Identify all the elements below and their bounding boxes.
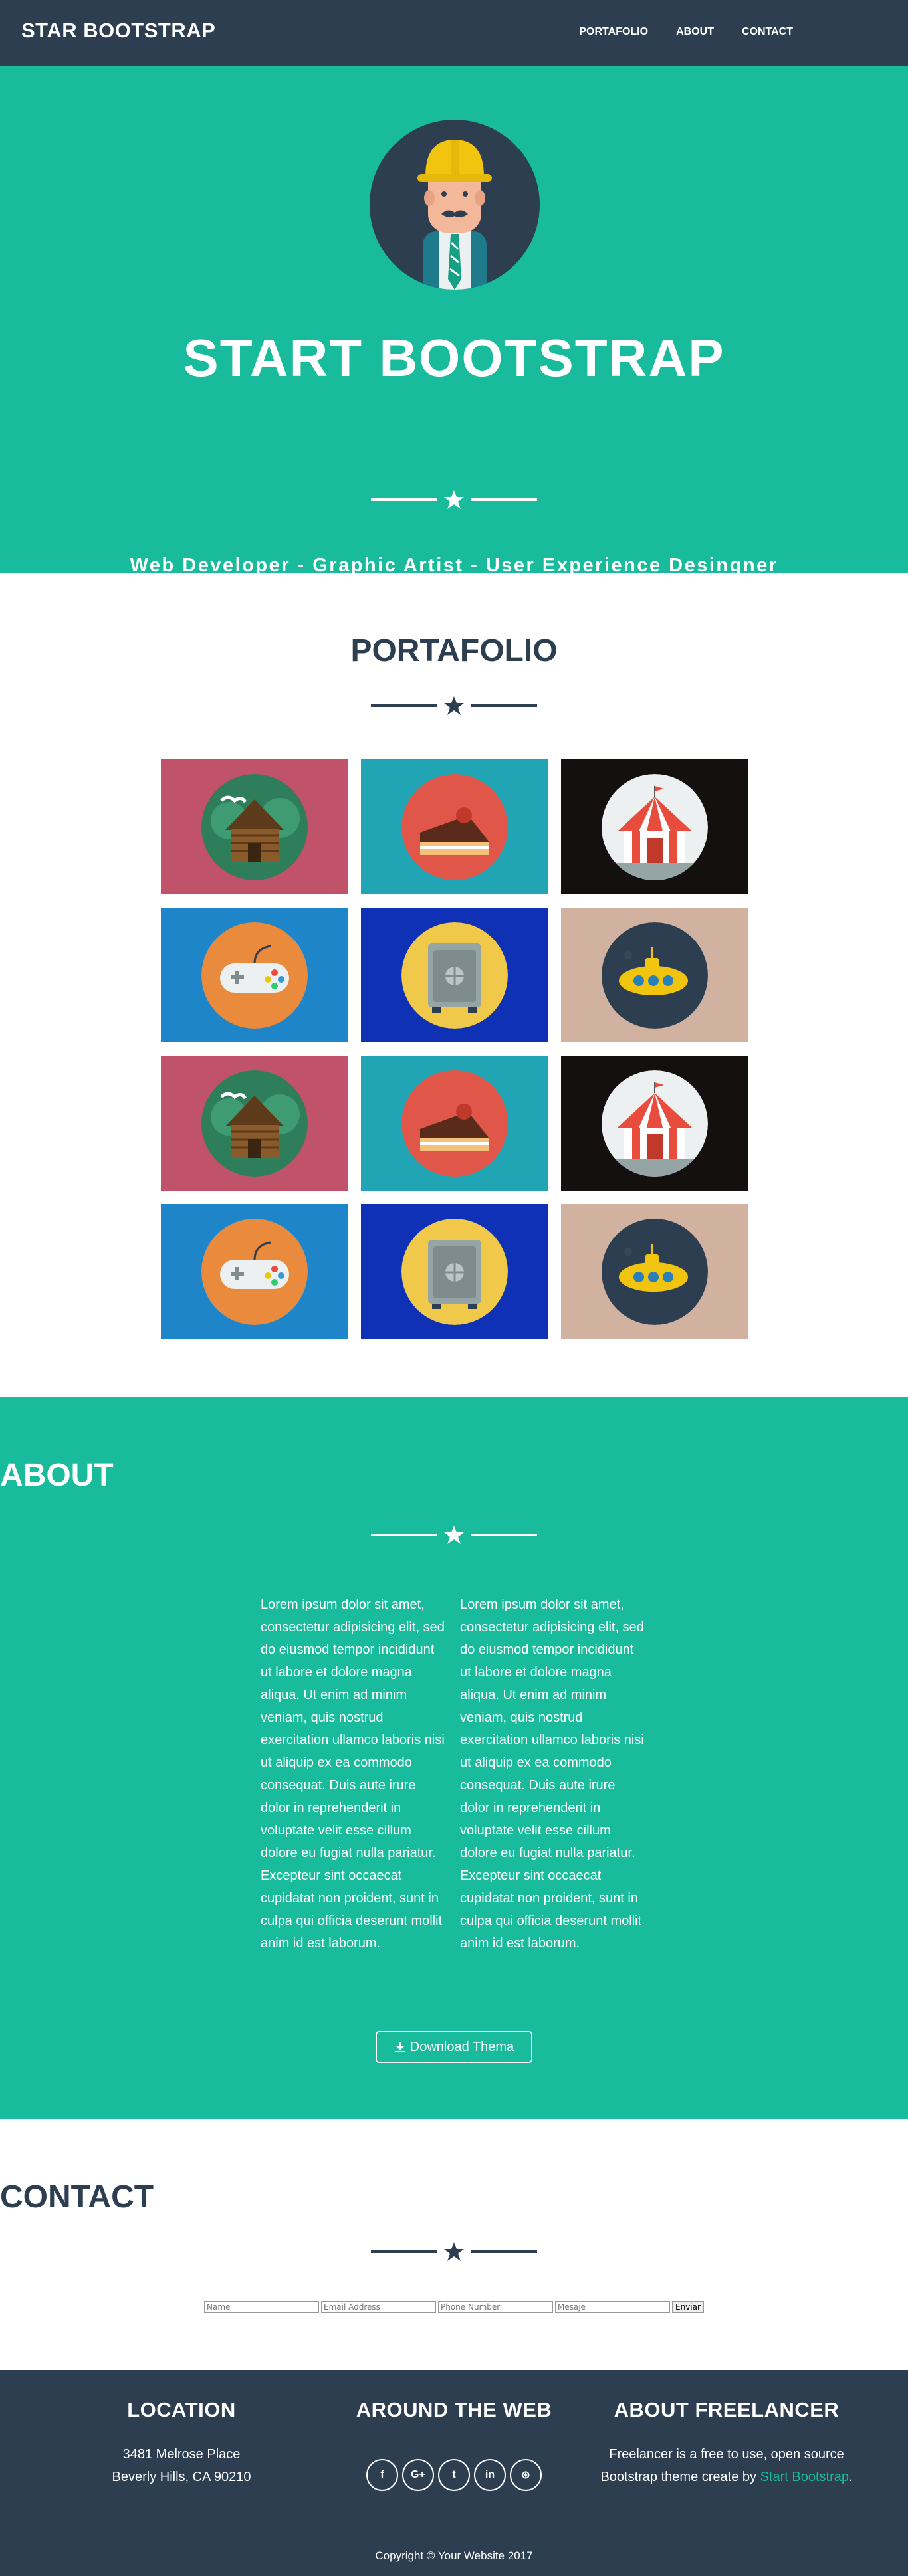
hero-section: START BOOTSTRAP Web Developer - Graphic … (0, 66, 908, 576)
freelancer-period: . (848, 2470, 853, 2484)
linkedin-icon[interactable]: in (474, 2459, 506, 2491)
brand-logo[interactable]: STAR BOOTSTRAP (21, 19, 215, 43)
download-icon (394, 2042, 405, 2052)
portfolio-item[interactable] (561, 1204, 748, 1339)
star-divider (371, 1526, 537, 1544)
address-line-2: Beverly Hills, CA 90210 (112, 2470, 251, 2484)
navbar: STAR BOOTSTRAP PORTAFOLIO ABOUT CONTACT (0, 0, 908, 66)
submit-button[interactable]: Enviar (672, 2301, 704, 2313)
safe-icon (401, 1218, 508, 1325)
star-divider (371, 2242, 537, 2261)
footer-location: LOCATION 3481 Melrose Place Beverly Hill… (55, 2398, 308, 2488)
footer-address: 3481 Melrose Place Beverly Hills, CA 902… (55, 2443, 308, 2488)
cabin-icon (201, 773, 308, 880)
copyright: Copyright © Your Website 2017 (375, 2549, 533, 2562)
nav-links: PORTAFOLIO ABOUT CONTACT (579, 26, 793, 38)
email-input[interactable] (321, 2301, 436, 2313)
name-input[interactable] (204, 2301, 319, 2313)
game-controller-icon (201, 1218, 308, 1325)
footer-web-title: AROUND THE WEB (356, 2398, 552, 2421)
portfolio-item[interactable] (361, 908, 548, 1042)
about-text-right: Lorem ipsum dolor sit amet, consectetur … (460, 1597, 644, 1951)
worker-avatar-icon (417, 140, 492, 290)
contact-section: CONTACT Enviar (0, 2119, 908, 2370)
circus-tent-icon (601, 773, 708, 880)
portfolio-grid (161, 759, 748, 1339)
portfolio-item[interactable] (361, 1204, 548, 1339)
nav-link-contact[interactable]: CONTACT (742, 26, 793, 38)
submarine-icon (601, 1218, 708, 1325)
twitter-icon[interactable]: t (438, 2459, 470, 2491)
game-controller-icon (201, 922, 308, 1029)
footer-freelancer-title: ABOUT FREELANCER (614, 2398, 840, 2421)
portfolio-item[interactable] (561, 908, 748, 1042)
phone-input[interactable] (438, 2301, 553, 2313)
safe-icon (401, 922, 508, 1029)
portfolio-item[interactable] (161, 1056, 348, 1191)
star-divider (371, 490, 537, 509)
portfolio-item[interactable] (361, 759, 548, 894)
cake-icon (401, 1070, 508, 1177)
social-links: f G+ t in ⊛ (328, 2459, 580, 2491)
avatar (370, 120, 540, 290)
nav-link-about[interactable]: ABOUT (676, 26, 714, 38)
download-theme-button[interactable]: Download Thema (376, 2031, 532, 2063)
cake-icon (401, 773, 508, 880)
circus-tent-icon (601, 1070, 708, 1177)
portfolio-item[interactable] (561, 1056, 748, 1191)
hero-title: START BOOTSTRAP (183, 328, 725, 387)
contact-form: Enviar (204, 2301, 704, 2313)
portfolio-item[interactable] (561, 759, 748, 894)
portfolio-item[interactable] (161, 759, 348, 894)
portfolio-item[interactable] (361, 1056, 548, 1191)
dribbble-icon[interactable]: ⊛ (510, 2459, 542, 2491)
star-icon (444, 696, 464, 715)
portfolio-title: PORTAFOLIO (350, 633, 558, 668)
footer-location-title: LOCATION (127, 2398, 236, 2421)
portfolio-item[interactable] (161, 1204, 348, 1339)
start-bootstrap-link[interactable]: Start Bootstrap (760, 2470, 849, 2484)
google-plus-icon[interactable]: G+ (402, 2459, 434, 2491)
portfolio-item[interactable] (161, 908, 348, 1042)
star-icon (444, 2242, 464, 2261)
about-section: ABOUT Lorem ipsum dolor sit amet, consec… (0, 1397, 908, 2119)
footer-about-freelancer: ABOUT FREELANCER Freelancer is a free to… (600, 2398, 853, 2488)
portfolio-section: PORTAFOLIO (0, 573, 908, 1397)
footer-around-web: AROUND THE WEB f G+ t in ⊛ (328, 2398, 580, 2491)
star-divider (371, 696, 537, 715)
star-icon (444, 1526, 464, 1544)
nav-link-portfolio[interactable]: PORTAFOLIO (579, 26, 648, 38)
about-text-left: Lorem ipsum dolor sit amet, consectetur … (261, 1597, 445, 1951)
download-label: Download Thema (409, 2039, 514, 2054)
contact-title: CONTACT (0, 2179, 154, 2215)
star-icon (444, 490, 464, 509)
submarine-icon (601, 922, 708, 1029)
message-input[interactable] (555, 2301, 670, 2313)
about-title: ABOUT (0, 1458, 114, 1493)
footer: LOCATION 3481 Melrose Place Beverly Hill… (0, 2370, 908, 2576)
facebook-icon[interactable]: f (366, 2459, 398, 2491)
footer-freelancer-text: Freelancer is a free to use, open source… (600, 2443, 853, 2488)
cabin-icon (201, 1070, 308, 1177)
address-line-1: 3481 Melrose Place (122, 2447, 241, 2462)
